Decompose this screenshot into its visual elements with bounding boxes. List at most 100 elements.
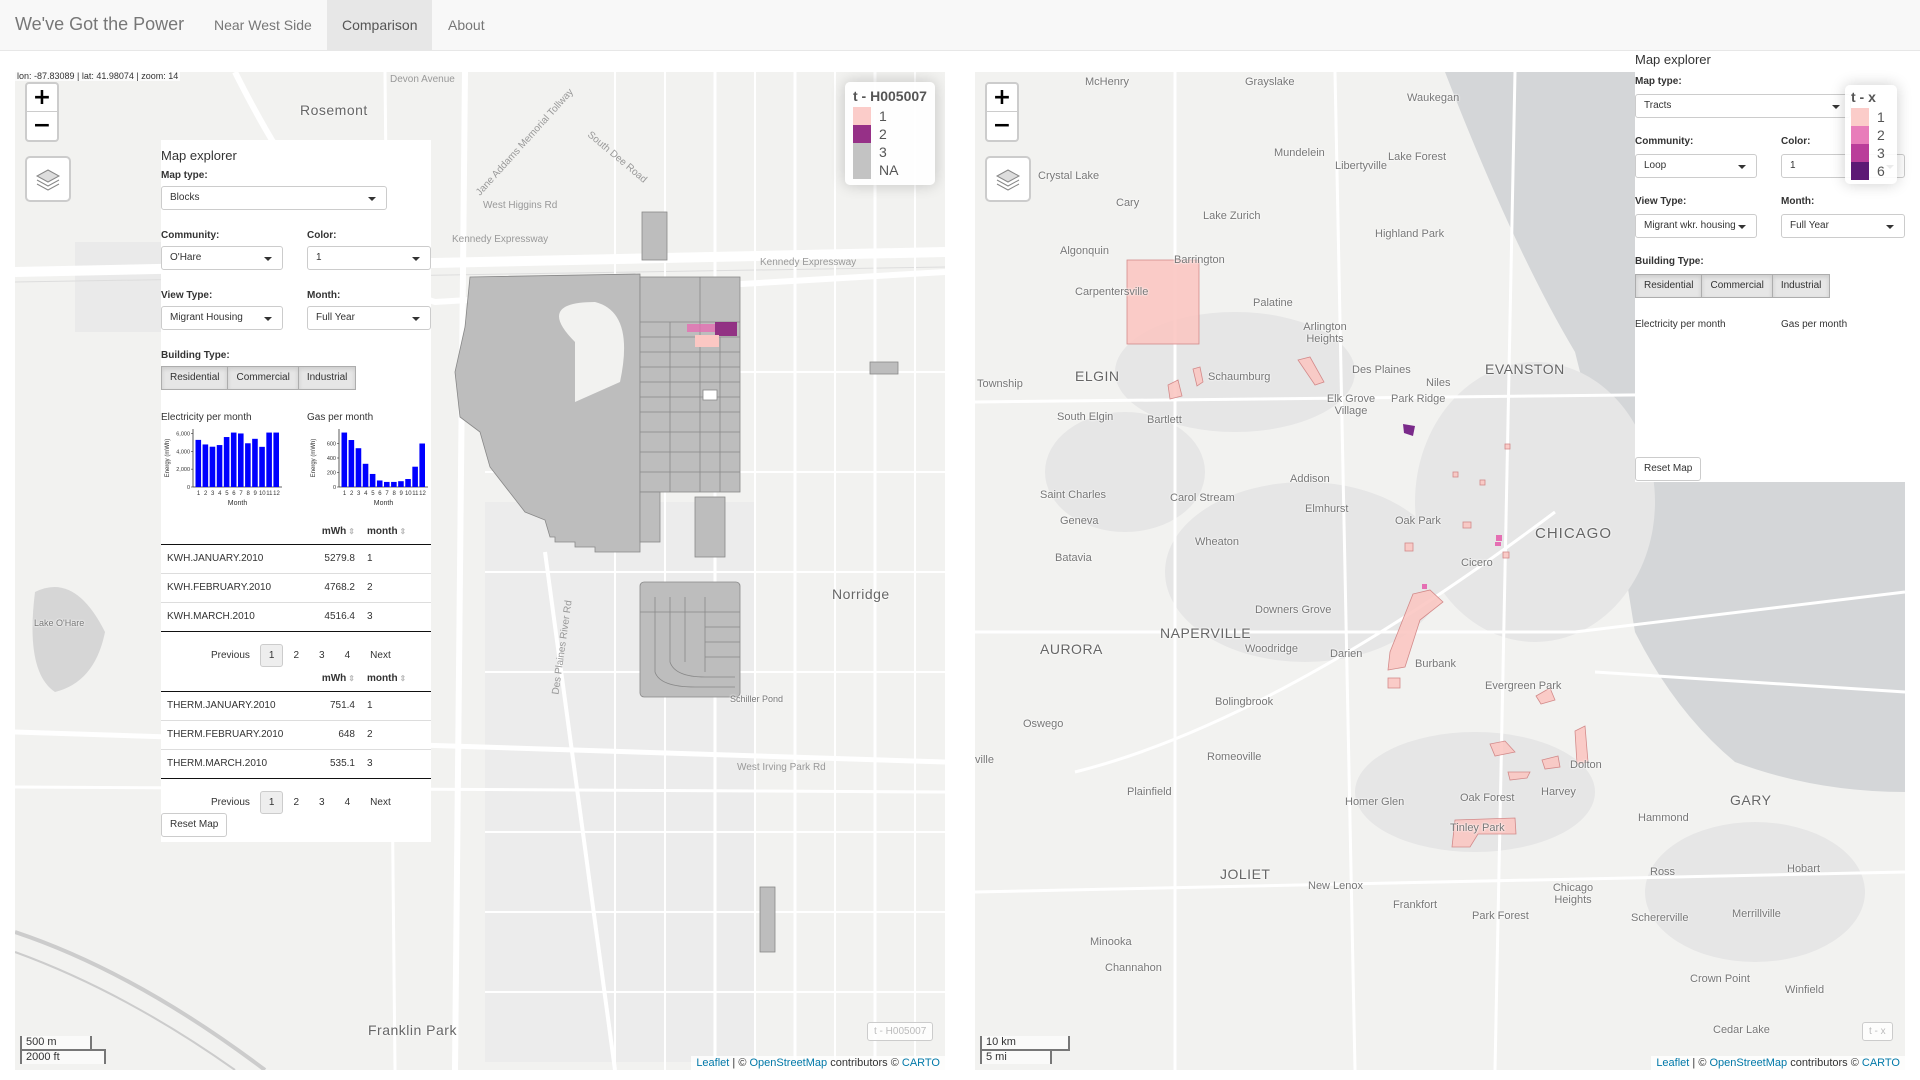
cell-mwh: 4768.2 <box>311 573 361 603</box>
building-type-commercial-button[interactable]: Commercial <box>1701 274 1773 298</box>
place-downers-grove: Downers Grove <box>1255 604 1332 616</box>
legend-swatch <box>853 125 871 143</box>
place-plainfield: Plainfield <box>1127 786 1172 798</box>
legend-label: 6 <box>1877 163 1885 179</box>
gas-chart-title: Gas per month <box>1781 319 1848 330</box>
x-tick-label: 2 <box>350 491 354 497</box>
pager-page-3[interactable]: 3 <box>309 650 335 661</box>
place-evergreen-park: Evergreen Park <box>1485 680 1562 692</box>
month-value: Full Year <box>1790 220 1829 231</box>
map-type-select[interactable]: Tracts <box>1635 94 1851 118</box>
pager-page-2[interactable]: 2 <box>283 650 309 661</box>
community-value: Loop <box>1644 160 1667 171</box>
reset-map-button[interactable]: Reset Map <box>1635 457 1702 481</box>
zoom-control: + − <box>25 82 59 142</box>
zoom-out-button[interactable]: − <box>27 112 57 140</box>
pager-page-4[interactable]: 4 <box>335 797 361 808</box>
view-type-select[interactable]: Migrant Housing <box>161 306 283 330</box>
chart-bar <box>398 481 404 487</box>
pager-page-1[interactable]: 1 <box>259 644 284 667</box>
zoom-in-button[interactable]: + <box>27 84 57 112</box>
leaflet-link[interactable]: Leaflet <box>696 1057 729 1069</box>
legend-label: 2 <box>1877 127 1885 143</box>
zoom-in-button[interactable]: + <box>987 84 1017 112</box>
place-minooka: Minooka <box>1090 936 1132 948</box>
pager-next[interactable]: Next <box>360 650 401 661</box>
building-type-industrial-button[interactable]: Industrial <box>1771 274 1831 298</box>
pager-page-3[interactable]: 3 <box>309 797 335 808</box>
chart-bar <box>223 437 230 487</box>
y-axis-label: Energy (mWh) <box>165 439 171 478</box>
building-type-residential-button[interactable]: Residential <box>161 366 229 390</box>
legend-label: 1 <box>879 108 887 124</box>
community-select[interactable]: Loop <box>1635 154 1757 178</box>
table-header-month[interactable]: month ⇕ <box>361 520 431 545</box>
place-elgin: ELGIN <box>1075 368 1120 384</box>
zoom-out-button[interactable]: − <box>987 112 1017 140</box>
place-schererville: Schererville <box>1631 912 1689 924</box>
x-tick-label: 10 <box>405 491 412 497</box>
osm-link[interactable]: OpenStreetMap <box>749 1057 827 1069</box>
table-header-mwh[interactable]: mWh ⇕ <box>311 520 361 545</box>
month-select[interactable]: Full Year <box>307 306 431 330</box>
carto-link[interactable]: CARTO <box>902 1057 940 1069</box>
gas-pager: Previous 1 2 3 4 Next <box>201 791 401 814</box>
pager-next[interactable]: Next <box>360 797 401 808</box>
table-header-month[interactable]: month ⇕ <box>361 667 431 692</box>
layers-icon <box>995 169 1021 191</box>
building-type-residential-button[interactable]: Residential <box>1635 274 1703 298</box>
view-type-select[interactable]: Migrant wkr. housing <box>1635 214 1757 238</box>
layers-control-button[interactable] <box>985 156 1031 202</box>
tab-about[interactable]: About <box>433 0 500 50</box>
place-schiller-pond: Schiller Pond <box>730 694 784 704</box>
table-header-blank <box>161 520 311 545</box>
reset-map-button[interactable]: Reset Map <box>161 813 228 837</box>
map-type-value: Tracts <box>1644 100 1672 111</box>
building-type-label: Building Type: <box>161 350 230 361</box>
place-saint-charles: Saint Charles <box>1040 489 1107 501</box>
brand-title[interactable]: We've Got the Power <box>15 14 184 35</box>
explorer-title: Map explorer <box>1635 52 1711 67</box>
tab-comparison[interactable]: Comparison <box>327 0 433 50</box>
y-tick-label: 600 <box>327 442 336 448</box>
cell-name: KWH.FEBRUARY.2010 <box>161 573 311 603</box>
osm-link[interactable]: OpenStreetMap <box>1709 1057 1787 1069</box>
pager-previous[interactable]: Previous <box>201 650 260 661</box>
pager-page-4[interactable]: 4 <box>335 650 361 661</box>
chevron-down-icon <box>1886 225 1894 229</box>
chart-bar <box>348 440 355 487</box>
legend-row: 6 <box>1851 162 1891 180</box>
layers-control-button[interactable] <box>25 156 71 202</box>
place-lake-ohare: Lake O'Hare <box>34 618 85 628</box>
community-select[interactable]: O'Hare <box>161 246 283 270</box>
cell-mwh: 535.1 <box>311 749 361 779</box>
tab-near-west-side[interactable]: Near West Side <box>199 0 327 50</box>
carto-link[interactable]: CARTO <box>1862 1057 1900 1069</box>
x-tick-label: 4 <box>218 491 222 497</box>
building-type-commercial-button[interactable]: Commercial <box>227 366 299 390</box>
place-park-ridge: Park Ridge <box>1391 393 1446 405</box>
view-type-value: Migrant wkr. housing <box>1644 220 1736 231</box>
month-label: Month: <box>307 290 341 301</box>
road-label-kennedy-expressway-2: Kennedy Expressway <box>452 234 549 245</box>
pager-page-2[interactable]: 2 <box>283 797 309 808</box>
map-type-select[interactable]: Blocks <box>161 186 387 210</box>
community-value: O'Hare <box>170 252 202 263</box>
table-header-mwh[interactable]: mWh ⇕ <box>311 667 361 692</box>
left-map[interactable]: Rosemont Norridge Franklin Park Lake O'H… <box>15 72 945 1070</box>
sort-icon: ⇕ <box>348 527 355 537</box>
chart-bar <box>230 432 237 487</box>
cell-month: 3 <box>361 749 431 779</box>
place-highland-park: Highland Park <box>1375 228 1445 240</box>
community-label: Community: <box>161 230 220 241</box>
place-hobart: Hobart <box>1787 863 1821 875</box>
pager-page-1[interactable]: 1 <box>259 791 284 814</box>
pager-previous[interactable]: Previous <box>201 797 260 808</box>
building-type-industrial-button[interactable]: Industrial <box>297 366 357 390</box>
color-select[interactable]: 1 <box>307 246 431 270</box>
chart-bar <box>419 443 425 487</box>
chevron-down-icon <box>1738 165 1746 169</box>
legend-row: 2 <box>1851 126 1891 144</box>
month-select[interactable]: Full Year <box>1781 214 1905 238</box>
leaflet-link[interactable]: Leaflet <box>1656 1057 1689 1069</box>
